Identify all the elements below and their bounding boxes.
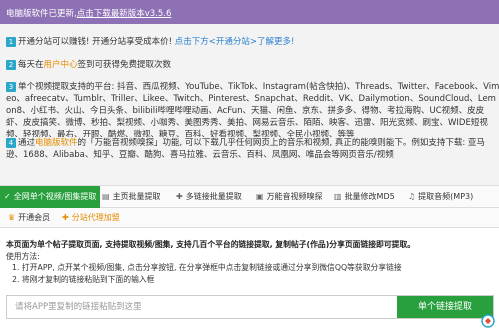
usage-heading: 使用方法: [6, 251, 40, 261]
notice-number-badge: 4 [6, 138, 16, 148]
tab-label: 分站代理加盟 [71, 213, 120, 222]
plus-icon: ✚ [176, 192, 183, 201]
tab-label: 主页批量提取 [112, 192, 161, 201]
check-icon: ✓ [4, 192, 11, 201]
main-tabs: ✓ 全网单个视频/图集提取 ▤ 主页批量提取 ✚ 多链接批量提取 ▣ 万能音视频嗅探 ▥… [0, 186, 499, 208]
notice-text: 每天在 [18, 60, 44, 70]
notice-text: 的「万能音视频嗅探」功能, 可以下载几乎任何网页上的音乐和视频, 真正的能嗅则能… [6, 138, 485, 160]
extract-panel: ✓ 全网单个视频/图集提取 ▤ 主页批量提取 ✚ 多链接批量提取 ▣ 万能音视频嗅探 ▥… [0, 185, 499, 332]
tab-label: 万能音视频嗅探 [266, 192, 323, 201]
link-input-row: 单个链接提取 [6, 295, 494, 319]
usage-description: 本页面为单个帖子提取页面, 支持提取视频/图集, 支持几百个平台的链接提取, 复… [6, 239, 494, 285]
tab-label: 多链接批量提取 [185, 192, 242, 201]
tab-label: 全网单个视频/图集提取 [13, 192, 97, 201]
notice-number-badge: 1 [6, 37, 16, 47]
desktop-software-link[interactable]: 电脑版软件 [35, 138, 78, 148]
notice-text: 开通分站可以赚钱! 开通分站享受成本价! [18, 37, 175, 47]
banner-text: 电脑版软件已更新, [6, 9, 77, 19]
plus-icon: ✚ [62, 213, 69, 222]
substation-link[interactable]: 点击下方<开通分站>了解更多! [175, 37, 295, 47]
sniffer-icon: ▣ [256, 192, 264, 201]
tab-agent-join[interactable]: ✚ 分站代理加盟 [62, 208, 120, 228]
music-icon: ♫ [408, 192, 416, 201]
notice-number-badge: 3 [6, 82, 16, 92]
tab-media-sniffer[interactable]: ▣ 万能音视频嗅探 [252, 186, 327, 208]
single-extract-button[interactable]: 单个链接提取 [397, 296, 493, 318]
notice-text: 通过 [18, 138, 36, 148]
secondary-tabs: ♛ 开通会员 ✚ 分站代理加盟 [0, 208, 499, 228]
notice-substation: 1 开通分站可以赚钱! 开通分站享受成本价! 点击下方<开通分站>了解更多! [6, 36, 496, 48]
notice-checkin: 2 每天在用户中心签到可获得免费提取次数 [6, 59, 496, 71]
tab-homepage-batch[interactable]: ▤ 主页批量提取 [98, 186, 165, 208]
user-center-link[interactable]: 用户中心 [44, 60, 78, 70]
notice-desktop-software: 4 通过电脑版软件的「万能音视频嗅探」功能, 可以下载几乎任何网页上的音乐和视频,… [6, 137, 498, 161]
notice-text: 签到可获得免费提取次数 [77, 60, 172, 70]
usage-step-2: 2. 将刚才复制的链接粘贴到下面的输入框 [12, 274, 155, 284]
notice-platforms: 3 单个视频提取支持的平台: 抖音、西瓜视频、YouTube、TikTok、Ins… [6, 81, 499, 141]
usage-step-1: 1. 打开APP, 点开某个视频/图集, 点击分享按钮, 在分享弹框中点击复制链… [12, 263, 402, 272]
download-update-link[interactable]: 点击下载最新版本v3.5.6 [77, 9, 172, 19]
tab-label: 批量修改MD5 [344, 192, 395, 201]
tab-open-membership[interactable]: ♛ 开通会员 [8, 208, 50, 228]
tab-single-extract[interactable]: ✓ 全网单个视频/图集提取 [0, 186, 101, 208]
platforms-text: 单个视频提取支持的平台: 抖音、西瓜视频、YouTube、TikTok、Inst… [6, 82, 499, 140]
tab-label: 提取音频(MP3) [418, 192, 474, 201]
link-input[interactable] [7, 296, 403, 318]
brand-logo-icon [481, 314, 495, 328]
tab-label: 开通会员 [18, 213, 51, 222]
crown-icon: ♛ [8, 213, 16, 222]
tab-extract-audio[interactable]: ♫ 提取音频(MP3) [404, 186, 477, 208]
list-icon: ▤ [102, 192, 110, 201]
file-icon: ▥ [334, 192, 342, 201]
update-banner: 电脑版软件已更新,点击下载最新版本v3.5.6 [0, 0, 499, 24]
description-headline: 本页面为单个帖子提取页面, 支持提取视频/图集, 支持几百个平台的链接提取, 复… [6, 240, 416, 249]
tab-batch-md5[interactable]: ▥ 批量修改MD5 [330, 186, 399, 208]
notice-number-badge: 2 [6, 60, 16, 70]
tab-multi-link-batch[interactable]: ✚ 多链接批量提取 [172, 186, 246, 208]
